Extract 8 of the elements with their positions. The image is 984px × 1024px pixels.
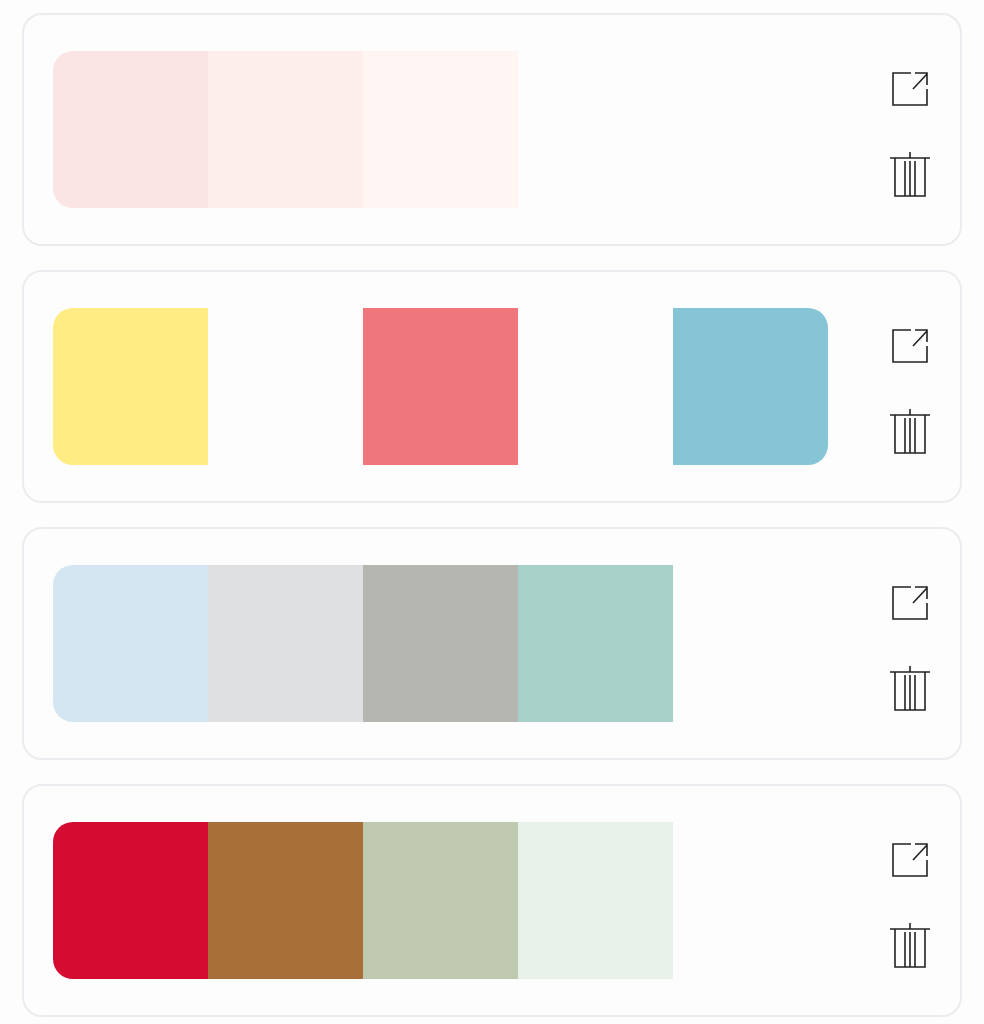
delete-button[interactable] [888, 921, 932, 968]
open-external-button[interactable] [891, 70, 929, 107]
delete-button[interactable] [888, 407, 932, 454]
open-external-button[interactable] [891, 584, 929, 621]
open-external-button[interactable] [891, 841, 929, 878]
delete-button[interactable] [888, 664, 932, 711]
delete-button[interactable] [888, 150, 932, 197]
open-external-button[interactable] [891, 327, 929, 364]
